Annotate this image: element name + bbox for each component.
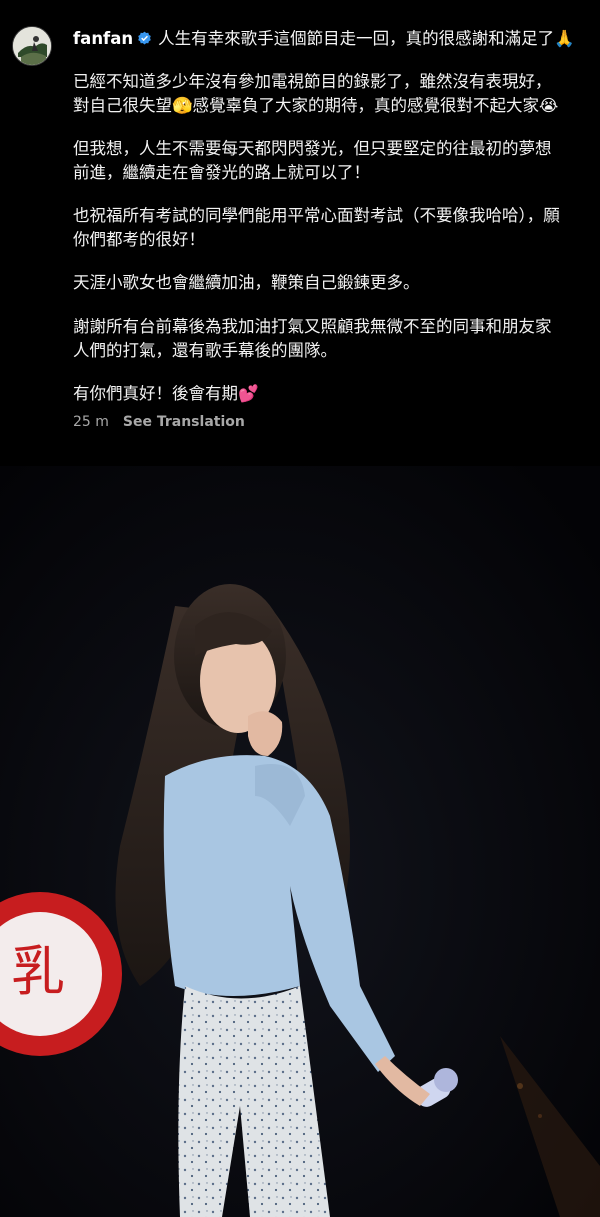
username[interactable]: fanfan	[73, 29, 133, 48]
post-photo[interactable]: 乳	[0, 466, 600, 1217]
caption-text-first: 人生有幸來歌手這個節目走一回，真的很感謝和滿足了🙏	[158, 29, 575, 48]
caption-paragraph: 有你們真好！後會有期💕	[73, 384, 259, 403]
profile-avatar[interactable]	[12, 26, 52, 66]
caption-paragraph: 但我想，人生不需要每天都閃閃發光，但只要堅定的往最初的夢想 前進，繼續走在會發光…	[73, 139, 552, 182]
concert-photo-image: 乳	[0, 466, 600, 1217]
caption-paragraph: 天涯小歌女也會繼續加油，鞭策自己鍛鍊更多。	[73, 273, 420, 292]
see-translation-link[interactable]: See Translation	[123, 414, 245, 430]
verified-badge-icon	[138, 31, 151, 45]
caption-first-line: fanfan 人生有幸來歌手這個節目走一回，真的很感謝和滿足了🙏	[73, 28, 588, 50]
post-meta: 25 m See Translation	[73, 414, 245, 430]
post-caption: fanfan 人生有幸來歌手這個節目走一回，真的很感謝和滿足了🙏 已經不知道多少年…	[0, 0, 600, 466]
caption-paragraph: 也祝福所有考試的同學們能用平常心面對考試（不要像我哈哈），願 你們都考的很好！	[73, 206, 560, 249]
sign-character: 乳	[11, 940, 65, 1003]
avatar-image	[13, 27, 51, 65]
caption-paragraph: 已經不知道多少年沒有參加電視節目的錄影了，雖然沒有表現好， 對自己很失望🫣感覺辜…	[73, 72, 559, 115]
post-timestamp: 25 m	[73, 414, 109, 430]
caption-paragraph: 謝謝所有台前幕後為我加油打氣又照顧我無微不至的同事和朋友家 人們的打氣，還有歌手…	[73, 317, 552, 360]
